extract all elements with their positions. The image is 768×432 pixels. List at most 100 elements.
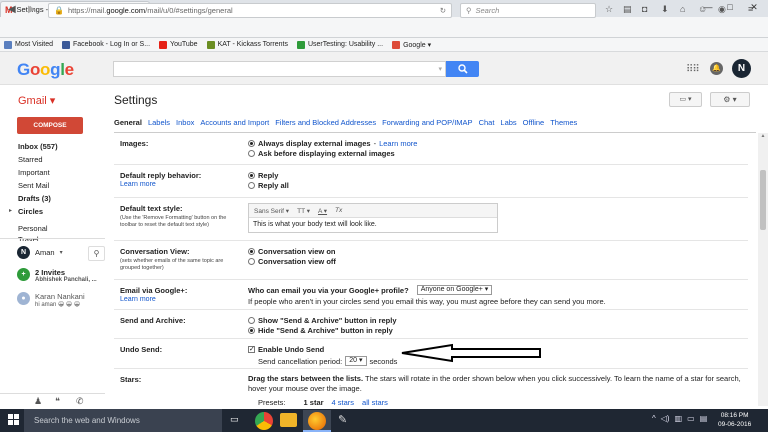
chat-contact[interactable]: ● Karan Nankani hi aman 😀 😀 😀 [17,292,85,308]
conversation-on-option[interactable]: Conversation view on [248,246,748,256]
forward-icon[interactable]: ▶ [28,4,36,15]
expand-icon[interactable]: ▸ [9,205,12,218]
file-explorer-icon[interactable] [280,413,297,427]
reply-all-option[interactable]: Reply all [248,180,748,190]
font-size-icon[interactable]: TT ▾ [297,207,310,215]
settings-tab[interactable]: Labels [148,118,170,132]
show-send-archive-option[interactable]: Show "Send & Archive" button in reply [248,315,748,325]
settings-tab[interactable]: Labs [500,118,516,132]
settings-tab[interactable]: Themes [550,118,577,132]
mail-search-input[interactable]: ▾ [113,61,446,77]
notification-icon[interactable]: ▤ [700,414,708,423]
smiley-icon[interactable]: ☺ [698,4,707,14]
google-logo[interactable]: Google [17,60,74,80]
taskbar-clock[interactable]: 08:16 PM 09-06-2016 [718,411,751,429]
preset-4-stars[interactable]: 4 stars [332,398,355,406]
chrome-app-icon[interactable] [255,412,273,430]
settings-tab[interactable]: Filters and Blocked Addresses [275,118,376,132]
settings-tab[interactable]: Offline [523,118,545,132]
font-family-select[interactable]: Sans Serif ▾ [254,207,289,215]
download-icon[interactable]: ⬇ [661,4,669,15]
star-bookmark-icon[interactable]: ☆ [605,4,613,15]
notifications-bell-icon[interactable]: 🔔 [710,62,723,75]
learn-more-link[interactable]: Learn more [120,296,242,303]
url-bar[interactable]: 🔒 https://mail.google.com/mail/u/0/#sett… [48,3,452,18]
back-icon[interactable]: ◀ [8,4,16,15]
addon-icon[interactable]: ◉ [718,4,726,15]
images-always-option[interactable]: Always display external images - Learn mor… [248,138,748,148]
hide-send-archive-option[interactable]: Hide "Send & Archive" button in reply [248,325,748,335]
radio-icon[interactable] [248,181,255,189]
conversation-off-option[interactable]: Conversation view off [248,256,748,266]
account-avatar[interactable]: N [732,59,751,78]
chat-search-button[interactable]: ⚲ [88,246,105,261]
preset-all-stars[interactable]: all stars [362,398,388,406]
reading-list-icon[interactable]: ▤ [623,4,632,15]
learn-more-link[interactable]: Learn more [120,181,242,188]
checkbox-icon[interactable]: ✓ [248,345,255,353]
bookmark-item[interactable]: Google ▾ [392,40,431,49]
apps-grid-icon[interactable]: ⠿⠿ [686,64,700,75]
settings-tab[interactable]: Chat [479,118,495,132]
chevron-up-icon[interactable]: ^ [652,414,656,423]
bookmark-item[interactable]: UserTesting: Usability ... [296,40,383,49]
compose-button[interactable]: COMPOSE [17,117,83,134]
settings-tab[interactable]: Accounts and Import [200,118,269,132]
network-icon[interactable]: ▥ [675,414,683,423]
sidebar-label-item[interactable]: ▸ Circles [0,205,105,218]
sidebar-label-item[interactable]: Important [0,166,105,179]
sidebar-label-item[interactable]: Inbox (557) [0,140,105,153]
scroll-up-icon[interactable]: ▲ [758,133,768,141]
settings-tab[interactable]: General [114,118,142,132]
windows-start-icon[interactable] [8,414,19,425]
sidebar-label-item[interactable]: Personal [0,222,105,235]
battery-icon[interactable]: ▭ [687,414,695,423]
menu-icon[interactable]: ≡ [748,4,753,14]
task-view-icon[interactable]: ▭ [230,414,239,425]
radio-icon[interactable] [248,247,255,255]
radio-icon[interactable] [248,139,255,147]
search-options-icon[interactable]: ▾ [438,65,442,73]
settings-tab[interactable]: Inbox [176,118,194,132]
bookmark-item[interactable]: YouTube [159,40,198,49]
images-ask-option[interactable]: Ask before displaying external images [248,148,748,158]
firefox-app-icon[interactable] [308,412,326,430]
phone-icon[interactable]: ✆ [76,396,84,407]
bookmark-item[interactable]: KAT - Kickass Torrents [206,40,288,49]
gmail-menu[interactable]: Gmail ▾ [18,94,55,107]
radio-icon[interactable] [248,316,255,324]
sidebar-label-item[interactable]: Sent Mail [0,179,105,192]
mail-search-button[interactable] [446,61,479,77]
text-color-icon[interactable]: A ▾ [318,207,327,215]
radio-icon[interactable] [248,257,255,265]
sidebar-label-item[interactable]: Drafts (3) [0,192,105,205]
chevron-down-icon[interactable]: ▾ [60,249,63,256]
sidebar-label-item[interactable]: Starred [0,153,105,166]
app-icon[interactable]: ✎ [338,413,347,426]
gplus-select[interactable]: Anyone on Google+ ▾ [416,285,493,295]
taskbar-search-box[interactable]: Search the web and Windows [24,409,222,432]
scrollbar-thumb[interactable] [760,170,766,230]
cancellation-period-select[interactable]: 20 ▾ [345,356,367,366]
learn-more-link[interactable]: Learn more [379,139,417,148]
radio-icon[interactable] [248,326,255,334]
reply-option[interactable]: Reply [248,170,748,180]
chat-invites[interactable]: + 2 Invites Abhishek Panchali, ... [17,268,97,283]
sample-text[interactable]: This is what your body text will look li… [249,218,497,232]
bookmark-item[interactable]: Facebook - Log In or S... [62,40,150,49]
hangouts-icon[interactable]: ❝ [55,396,60,407]
chat-me[interactable]: N Aman ▾ [17,246,63,259]
input-tools-button[interactable]: ▭ ▾ [669,92,702,107]
person-icon[interactable]: ♟ [34,396,42,407]
remove-formatting-icon[interactable]: Tx [335,207,342,214]
home-icon[interactable]: ⌂ [680,4,685,14]
pocket-icon[interactable]: ◘ [642,4,647,14]
radio-icon[interactable] [248,149,255,157]
settings-gear-button[interactable]: ⚙ ▾ [710,92,750,107]
reload-icon[interactable]: ↻ [440,6,446,15]
browser-search-box[interactable]: ⚲ Search [460,3,596,18]
bookmark-item[interactable]: Most Visited [4,40,53,49]
radio-icon[interactable] [248,171,255,179]
volume-icon[interactable]: ◁) [661,414,670,423]
settings-tab[interactable]: Forwarding and POP/IMAP [382,118,472,132]
